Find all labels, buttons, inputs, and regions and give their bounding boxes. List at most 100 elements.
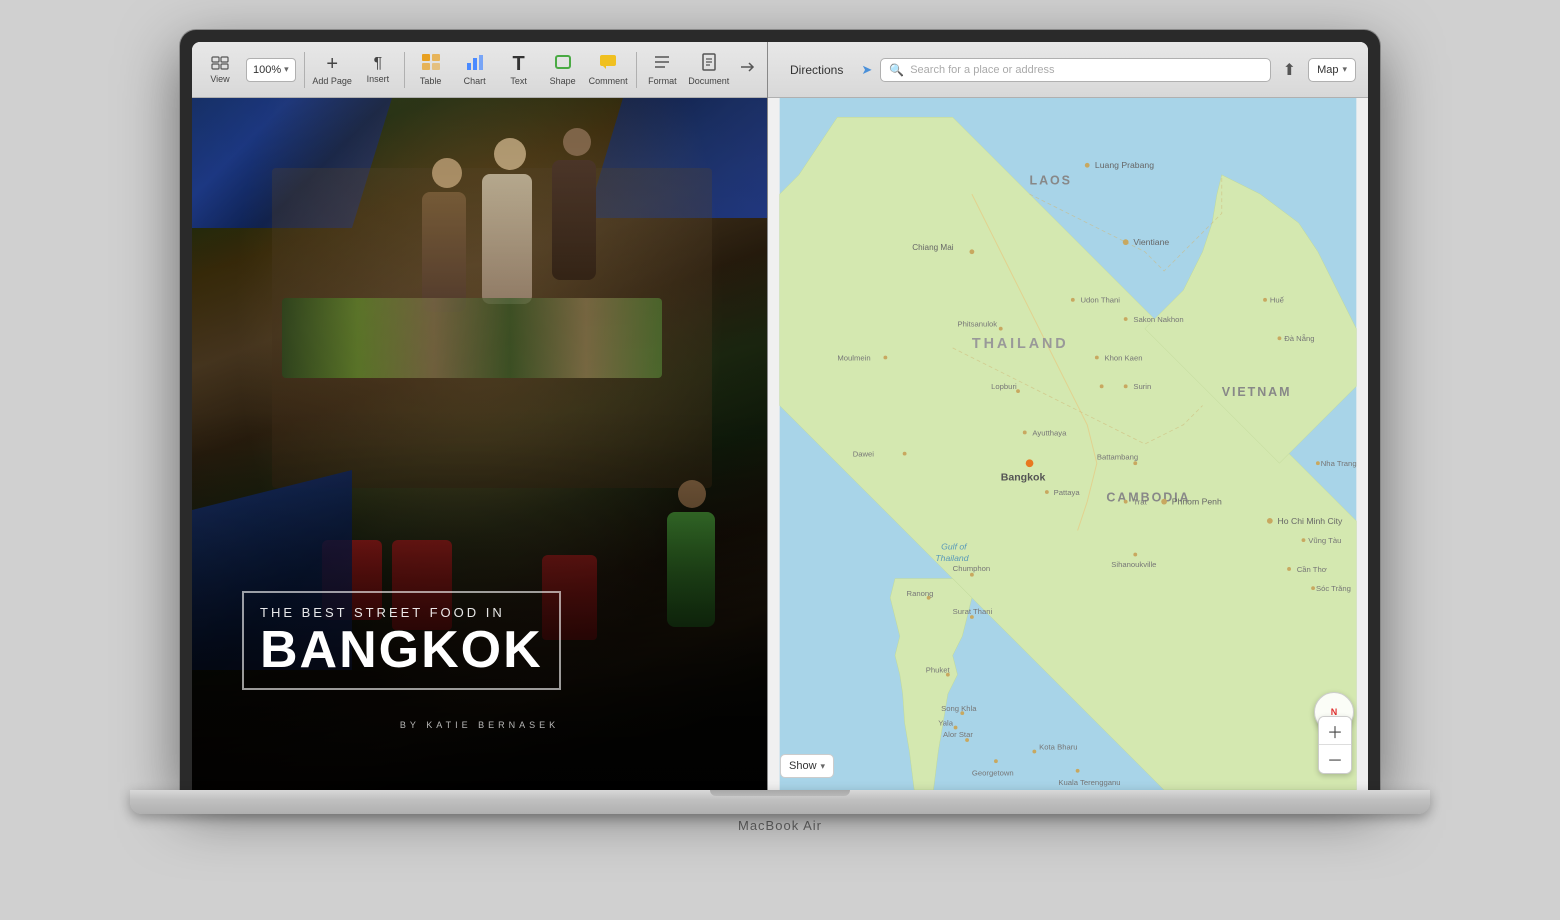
add-page-toolbar-item[interactable]: + Add Page	[310, 50, 353, 90]
comment-icon	[598, 53, 618, 74]
svg-text:Yala: Yala	[938, 719, 954, 728]
svg-text:Udon Thani: Udon Thani	[1080, 296, 1120, 305]
comment-label: Comment	[589, 76, 628, 86]
svg-text:Cần Thơ: Cần Thơ	[1297, 565, 1327, 574]
svg-text:LAOS: LAOS	[1030, 174, 1072, 188]
format-toolbar-item[interactable]: Format	[642, 49, 682, 90]
svg-text:Alor Star: Alor Star	[943, 730, 973, 739]
svg-text:Sóc Trăng: Sóc Trăng	[1316, 584, 1351, 593]
share-icon[interactable]: ⬆	[1279, 56, 1300, 84]
document-main-title: BANGKOK	[260, 624, 543, 676]
svg-text:Ranong: Ranong	[907, 589, 934, 598]
shape-label: Shape	[550, 76, 576, 86]
toolbar-more-btn[interactable]	[735, 55, 759, 84]
shape-icon	[553, 53, 573, 74]
show-label: Show	[789, 760, 817, 772]
svg-text:Sakon Nakhon: Sakon Nakhon	[1133, 315, 1183, 324]
zoom-control[interactable]: 100% ▾	[246, 58, 296, 82]
shape-toolbar-item[interactable]: Shape	[543, 49, 583, 90]
map-show-dropdown[interactable]: Show ▾	[780, 754, 834, 778]
insert-toolbar-item[interactable]: ¶ Insert	[358, 52, 398, 88]
text-icon: T	[513, 54, 525, 74]
svg-text:Vientiane: Vientiane	[1133, 237, 1169, 247]
svg-text:Pattaya: Pattaya	[1054, 488, 1081, 497]
zoom-out-button[interactable]: －	[1319, 745, 1351, 773]
macbook-footer: MacBook Air	[130, 790, 1430, 835]
view-label: View	[210, 74, 229, 84]
chart-toolbar-item[interactable]: Chart	[455, 49, 495, 90]
svg-text:Battambang: Battambang	[1097, 452, 1138, 461]
macbook-label-area: MacBook Air	[738, 818, 822, 833]
document-page: THE BEST STREET FOOD IN BANGKOK BY KATIE…	[192, 98, 767, 790]
pages-document-area: THE BEST STREET FOOD IN BANGKOK BY KATIE…	[192, 98, 767, 790]
insert-label: Insert	[367, 74, 390, 84]
text-label: Text	[510, 76, 527, 86]
svg-text:Moulmein: Moulmein	[837, 353, 870, 362]
map-type-chevron: ▾	[1342, 64, 1347, 75]
toolbar-divider-2	[404, 52, 405, 88]
directions-button[interactable]: Directions	[780, 59, 853, 81]
table-label: Table	[420, 76, 442, 86]
view-icon	[211, 56, 229, 72]
zoom-value: 100%	[253, 64, 281, 76]
svg-text:Thailand: Thailand	[935, 553, 969, 563]
svg-text:THAILAND: THAILAND	[972, 336, 1069, 352]
table-toolbar-item[interactable]: Table	[411, 49, 451, 90]
maps-app: Directions ➤ 🔍 Search for a place or add…	[767, 42, 1368, 790]
zoom-in-button[interactable]: ＋	[1319, 717, 1351, 745]
add-page-icon: +	[326, 54, 338, 74]
chart-icon	[465, 53, 485, 74]
chart-label: Chart	[464, 76, 486, 86]
svg-text:Phitsanulok: Phitsanulok	[957, 320, 997, 329]
svg-text:Sihanoukville: Sihanoukville	[1111, 560, 1156, 569]
svg-text:Kuala Terengganu: Kuala Terengganu	[1058, 778, 1120, 787]
document-toolbar-item[interactable]: Document	[686, 49, 731, 90]
svg-text:Lopburi: Lopburi	[991, 382, 1017, 391]
view-toolbar-item[interactable]: View	[200, 52, 240, 88]
svg-text:Phuket: Phuket	[926, 666, 951, 675]
svg-text:Huế: Huế	[1270, 296, 1285, 305]
table-icon	[421, 53, 441, 74]
document-title-area: THE BEST STREET FOOD IN BANGKOK BY KATIE…	[242, 591, 717, 730]
screen-inner: View 100% ▾ + Add Page ¶	[192, 42, 1368, 790]
format-icon	[652, 53, 672, 74]
toolbar-divider-1	[304, 52, 305, 88]
document-title-box: THE BEST STREET FOOD IN BANGKOK	[242, 591, 561, 690]
comment-toolbar-item[interactable]: Comment	[587, 49, 630, 90]
document-label: Document	[688, 76, 729, 86]
screen-content: View 100% ▾ + Add Page ¶	[192, 42, 1368, 790]
macbook-base	[130, 790, 1430, 814]
svg-text:Dawei: Dawei	[853, 449, 875, 458]
search-placeholder: Search for a place or address	[910, 64, 1054, 76]
maps-toolbar: Directions ➤ 🔍 Search for a place or add…	[768, 42, 1368, 98]
svg-text:Phnom Penh: Phnom Penh	[1172, 497, 1222, 507]
map-svg: LAOS THAILAND CAMBODIA VIETNAM Luang Pra…	[768, 98, 1368, 790]
svg-text:Khon Kaen: Khon Kaen	[1105, 353, 1143, 362]
text-toolbar-item[interactable]: T Text	[499, 50, 539, 90]
map-type-selector[interactable]: Map ▾	[1308, 58, 1356, 82]
format-label: Format	[648, 76, 677, 86]
search-icon: 🔍	[889, 63, 904, 77]
add-page-label: Add Page	[312, 76, 352, 86]
svg-text:Chiang Mai: Chiang Mai	[912, 243, 953, 252]
svg-text:Vũng Tàu: Vũng Tàu	[1308, 536, 1341, 545]
map-type-label: Map	[1317, 64, 1338, 76]
document-author: BY KATIE BERNASEK	[242, 720, 717, 730]
maps-search-bar[interactable]: 🔍 Search for a place or address	[880, 58, 1270, 82]
svg-text:Nha Trang: Nha Trang	[1321, 459, 1357, 468]
svg-text:Chumphon: Chumphon	[953, 564, 991, 573]
svg-text:Kota Bharu: Kota Bharu	[1039, 743, 1077, 752]
macbook-screen: View 100% ▾ + Add Page ¶	[180, 30, 1380, 790]
svg-text:Bangkok: Bangkok	[1001, 472, 1046, 484]
svg-text:Luang Prabang: Luang Prabang	[1095, 160, 1154, 170]
toolbar-divider-3	[636, 52, 637, 88]
document-icon	[699, 53, 719, 74]
map-zoom-controls: ＋ －	[1318, 716, 1352, 774]
svg-text:Georgetown: Georgetown	[972, 769, 1014, 778]
svg-text:Gulf of: Gulf of	[941, 542, 968, 552]
svg-text:Ho Chi Minh City: Ho Chi Minh City	[1278, 516, 1344, 526]
map-area[interactable]: LAOS THAILAND CAMBODIA VIETNAM Luang Pra…	[768, 98, 1368, 790]
svg-text:Ayutthaya: Ayutthaya	[1032, 428, 1067, 437]
insert-icon: ¶	[374, 56, 383, 72]
zoom-arrow: ▾	[284, 64, 289, 75]
